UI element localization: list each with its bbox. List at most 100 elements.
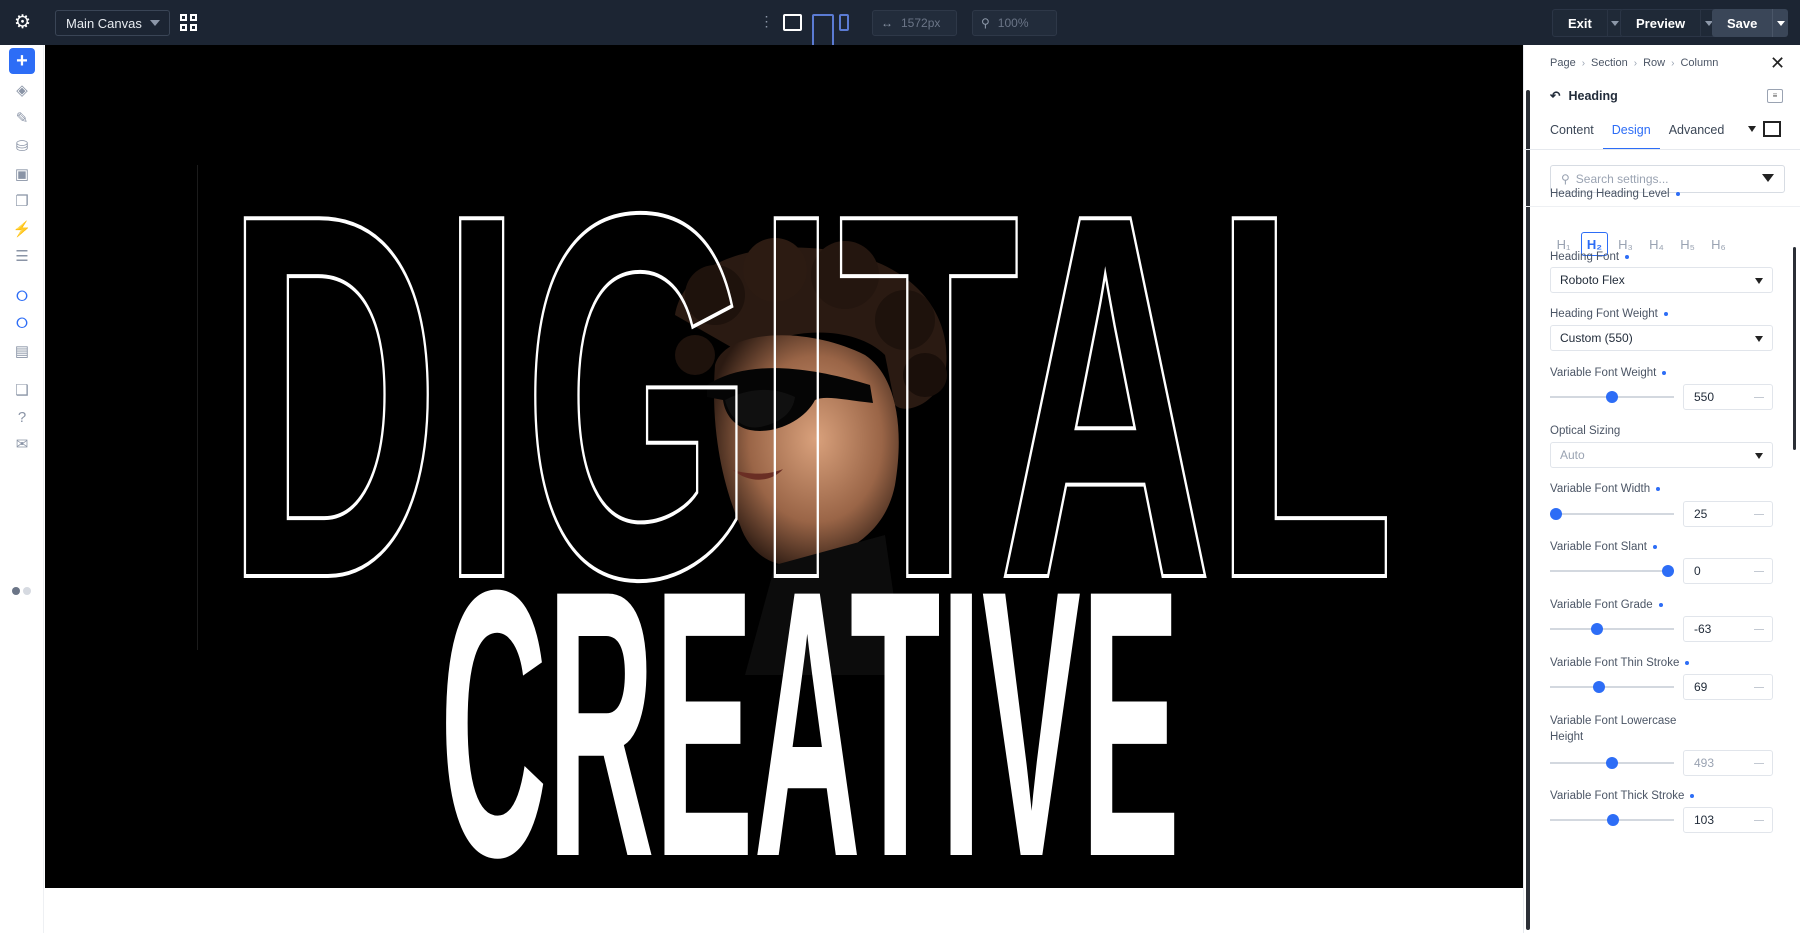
variable-font-grade-input[interactable]: -63 [1683,616,1773,642]
variable-font-weight-label: Variable Font Weight [1550,367,1667,379]
slider-thumb[interactable] [1662,565,1674,577]
breadcrumb-section[interactable]: Section [1591,57,1628,69]
pages-icon[interactable]: ❐ [9,188,35,214]
heading-solid-text[interactable]: CREATIVE [430,525,1190,865]
ai-select-icon[interactable]: ⭘ [9,283,35,309]
variable-font-grade-slider[interactable] [1550,622,1674,636]
tab-advanced[interactable]: Advanced [1660,112,1734,150]
heading-level-h6[interactable]: H₆ [1705,232,1732,256]
responsive-dot-icon [1663,312,1668,316]
ai-multi-select-icon[interactable]: ⭘ [9,310,35,336]
preview-button[interactable]: Preview [1620,9,1718,37]
canvas-stage[interactable]: DIGITAL CREATIVE [45,45,1523,888]
responsive-dot-icon [1662,371,1667,375]
module-options-icon[interactable]: ≡ [1767,89,1783,103]
variable-font-weight-label-text: Variable Font Weight [1550,367,1657,379]
responsive-dot-icon [1625,255,1630,259]
settings-gear-icon[interactable]: ⚙ [12,12,33,33]
variable-font-thick-stroke-input[interactable]: 103 [1683,807,1773,833]
theme-icon[interactable]: ✎ [9,105,35,131]
settings-tabs: Content Design Advanced [1541,112,1733,150]
slider-thumb[interactable] [1592,681,1605,693]
responsive-dot-icon [1690,794,1695,798]
variable-font-grade-label: Variable Font Grade [1550,599,1663,611]
variables-icon[interactable]: ▣ [9,161,35,187]
chevron-down-icon [150,20,160,26]
slider-thumb[interactable] [1606,757,1618,769]
phone-view-icon[interactable] [839,14,849,31]
breadcrumb-separator: › [1633,57,1638,69]
slider-thumb[interactable] [1606,391,1618,403]
hover-state-icon[interactable] [1763,121,1781,137]
optical-sizing-label: Optical Sizing [1550,425,1620,437]
variable-font-thick-stroke-slider[interactable] [1550,813,1674,827]
chevron-down-icon [1755,278,1763,284]
close-icon[interactable]: ✕ [1770,54,1786,72]
zoom-field[interactable]: ⚲ 100% [972,10,1057,36]
variable-font-weight-slider[interactable] [1550,390,1674,404]
exit-button[interactable]: Exit [1552,9,1624,37]
save-button[interactable]: Save [1712,9,1789,37]
preview-label: Preview [1636,15,1686,31]
variable-font-width-slider[interactable] [1550,507,1674,521]
slider-thumb[interactable] [1591,623,1604,635]
variable-font-thin-stroke-value: 69 [1694,680,1708,694]
variable-font-grade-label-text: Variable Font Grade [1550,599,1653,611]
state-dropdown-icon[interactable] [1748,126,1756,132]
heading-level-label: Heading Heading Level [1550,188,1680,200]
lightning-icon[interactable]: ⚡ [9,216,35,242]
layers-icon[interactable]: ◈ [9,77,35,103]
panel-scrollbar[interactable] [1793,247,1796,450]
sliders-icon[interactable]: ☰ [9,243,35,269]
variable-font-thin-stroke-slider[interactable] [1550,680,1674,694]
slider-thumb[interactable] [1550,508,1562,520]
variable-font-slant-slider[interactable] [1550,564,1674,578]
breadcrumb-column[interactable]: Column [1680,57,1718,69]
responsive-dot-icon [1675,192,1680,196]
heading-font-select[interactable]: Roboto Flex [1550,267,1773,293]
tab-content[interactable]: Content [1541,112,1603,150]
desktop-view-icon[interactable] [783,14,802,31]
canvas-select[interactable]: Main Canvas [55,10,170,36]
variable-font-weight-input[interactable]: 550 [1683,384,1773,410]
heading-font-label-text: Heading Font [1550,251,1620,263]
variable-font-thin-stroke-input[interactable]: 69 [1683,674,1773,700]
breadcrumb-row[interactable]: Row [1643,57,1665,69]
database-icon[interactable]: ⛁ [9,133,35,159]
slider-thumb[interactable] [1607,814,1620,826]
variable-font-lowercase-height-slider[interactable] [1550,756,1674,770]
add-element-button[interactable]: + [9,48,35,74]
canvas-width-field[interactable]: ↔ 1572px [872,10,957,36]
breadcrumb-page[interactable]: Page [1550,57,1576,69]
lowercase-height-label-line1: Variable Font Lowercase [1550,715,1677,727]
filter-icon[interactable] [1762,174,1774,182]
variable-font-grade-value: -63 [1694,622,1712,636]
exit-label: Exit [1568,15,1592,31]
unit-dash-icon [1754,687,1764,688]
layout-settings-icon[interactable]: ▤ [9,338,35,364]
canvas-scrollbar[interactable] [1526,90,1530,930]
heading-level-h4[interactable]: H₄ [1643,232,1670,256]
more-vertical-icon[interactable]: ⋮ [760,13,774,30]
tab-design[interactable]: Design [1602,112,1660,150]
variable-font-width-input[interactable]: 25 [1683,501,1773,527]
megaphone-icon[interactable]: ✉ [9,431,35,457]
save-label: Save [1727,15,1758,31]
variable-font-lowercase-height-input[interactable]: 493 [1683,750,1773,776]
portability-icon[interactable]: ❑ [9,377,35,403]
heading-font-weight-select[interactable]: Custom (550) [1550,325,1773,351]
responsive-dot-icon [1652,545,1657,549]
variable-font-width-label: Variable Font Width [1550,483,1661,495]
layout-grid-icon[interactable] [180,14,197,31]
help-icon[interactable]: ? [9,404,35,430]
optical-sizing-select[interactable]: Auto [1550,442,1773,468]
heading-level-h5[interactable]: H₅ [1674,232,1701,256]
variable-font-slant-label: Variable Font Slant [1550,541,1657,553]
save-dropdown-toggle[interactable] [1772,9,1788,37]
heading-font-value: Roboto Flex [1560,273,1625,287]
mode-toggle[interactable] [12,587,34,597]
variable-font-slant-input[interactable]: 0 [1683,558,1773,584]
back-arrow-icon[interactable]: ↶ [1550,88,1560,103]
variable-font-weight-value: 550 [1694,390,1715,404]
lowercase-height-label-line2: Height [1550,731,1584,743]
